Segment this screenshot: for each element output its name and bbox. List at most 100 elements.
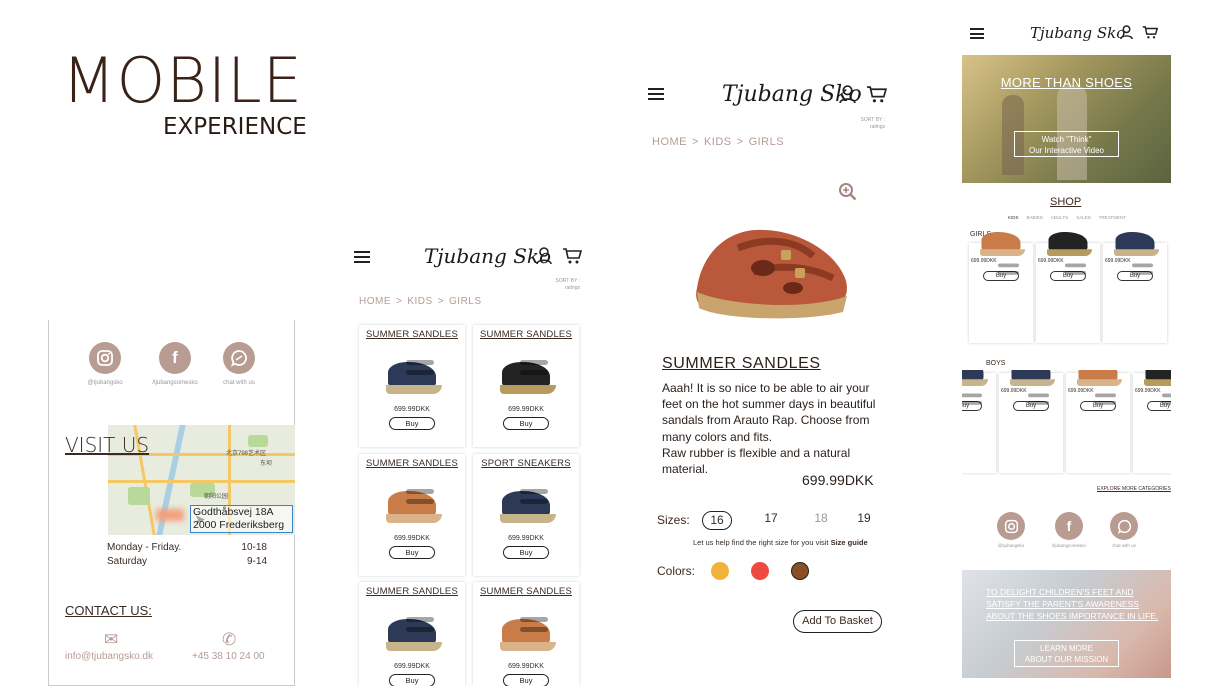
product-card[interactable]: SANDLES699.99DKKBuy — [1036, 232, 1100, 343]
page-title: MOBILE — [62, 44, 303, 117]
buy-button[interactable]: Buy — [503, 674, 549, 686]
category-treatment[interactable]: TREATMENT — [1099, 215, 1126, 220]
facebook-link[interactable]: f /tjubangsomesko — [140, 342, 210, 386]
color-swatch-red[interactable] — [751, 562, 769, 580]
product-description: Aaah! It is so nice to be able to air yo… — [662, 381, 876, 477]
menu-icon[interactable] — [648, 88, 664, 100]
product-price: 699.99DKK — [394, 406, 430, 413]
product-card[interactable]: SNEAKERS699.99DKKBuy — [1103, 232, 1167, 343]
product-card[interactable]: SUMMER SANDLES 699.99DKK Buy — [359, 325, 465, 447]
category-adults[interactable]: ADULTS — [1051, 215, 1068, 220]
chat-label: chat with us — [223, 380, 255, 386]
brand-logo[interactable]: Tjubang Sko — [1030, 24, 1125, 42]
size-guide-link[interactable]: Size guide — [831, 538, 868, 547]
instagram-link[interactable]: @tjubangsko — [70, 342, 140, 386]
product-price: 699.99DKK — [508, 406, 544, 413]
hero-title[interactable]: MORE THAN SHOES — [962, 75, 1171, 90]
size-option-19[interactable]: 19 — [849, 511, 879, 525]
breadcrumb: HOME > KIDS > GIRLS — [359, 296, 482, 307]
zoom-in-icon[interactable] — [838, 182, 858, 207]
chat-link[interactable]: chat with us — [1089, 512, 1159, 548]
product-title: SUMMER SANDLES — [662, 355, 821, 372]
breadcrumb-home[interactable]: HOME — [359, 296, 391, 307]
facebook-icon: f — [1055, 512, 1083, 540]
page-subtitle: EXPERIENCE — [163, 114, 307, 140]
opening-hours: Monday - Friday. 10-18 Saturday 9-14 — [107, 542, 267, 567]
product-image[interactable] — [683, 208, 855, 324]
breadcrumb-girls[interactable]: GIRLS — [449, 296, 482, 307]
buy-button[interactable]: Buy — [503, 417, 549, 430]
hours-time: 9-14 — [246, 556, 267, 567]
color-swatch-brown[interactable] — [791, 562, 809, 580]
product-card[interactable]: SANDLES699.99DKKBuy — [1066, 370, 1130, 473]
sort-by[interactable]: SORT BY : ratings — [845, 117, 885, 131]
product-card[interactable]: SUMMER SANDLES 699.99DKK Buy — [473, 582, 579, 686]
user-icon[interactable] — [536, 247, 552, 270]
mission-text: TO DELIGHT CHILDREN'S FEET AND SATISFY T… — [986, 586, 1176, 622]
explore-more-link[interactable]: EXPLORE MORE CATEGORIES — [1097, 486, 1171, 492]
chat-link[interactable]: chat with us — [204, 342, 274, 386]
shoe-image — [382, 350, 442, 394]
category-kids[interactable]: KIDS — [1008, 215, 1019, 220]
size-option-18[interactable]: 18 — [806, 511, 836, 525]
menu-icon[interactable] — [354, 251, 370, 263]
size-option-17[interactable]: 17 — [756, 511, 786, 525]
breadcrumb-kids[interactable]: KIDS — [407, 296, 432, 307]
product-card[interactable]: SUMMER SANDLES 699.99DKK Buy — [359, 582, 465, 686]
shop-categories: KIDS BABIES ADULTS SALES TREATMENT — [1008, 215, 1126, 220]
product-card[interactable]: SUMMER SANDLES 699.99DKK Buy — [359, 454, 465, 576]
shoe-image — [496, 607, 556, 651]
brand-logo[interactable]: Tjubang Sko — [424, 244, 551, 268]
category-sales[interactable]: SALES — [1076, 215, 1091, 220]
menu-icon[interactable] — [970, 28, 984, 39]
sort-by[interactable]: SORT BY : ratings — [540, 278, 580, 292]
boys-carousel: NDLESKKBuySNEAKERS699.99DKKBuySANDLES699… — [962, 370, 1171, 476]
learn-more-button[interactable]: LEARN MORE ABOUT OUR MISSION — [1014, 640, 1119, 667]
product-card[interactable]: SPORT SNEAKERS 699.99DKK Buy — [473, 454, 579, 576]
breadcrumb-girls[interactable]: GIRLS — [749, 136, 785, 148]
product-price: 699.99DKK — [394, 663, 430, 670]
size-option-16[interactable]: 16 — [702, 511, 732, 530]
product-card[interactable]: SUMMER SANDLES 699.99DKK Buy — [473, 325, 579, 447]
watch-video-line: Watch "Think" — [1041, 135, 1092, 144]
watch-video-button[interactable]: Watch "Think" Our Interactive Video — [1014, 131, 1119, 157]
cart-icon[interactable] — [1142, 25, 1159, 45]
product-card[interactable]: SNEAKERS699.99DKKBuy — [999, 370, 1063, 473]
shoe-image — [382, 479, 442, 523]
address-line: 2000 Frederiksberg — [193, 519, 285, 531]
cart-icon[interactable] — [562, 247, 583, 270]
contact-screen: @tjubangsko f /tjubangsomesko chat with … — [48, 320, 295, 686]
address-line: Godthåbsvej 18A — [193, 506, 274, 518]
email-link[interactable]: info@tjubangsko.dk — [65, 651, 153, 662]
buy-button[interactable]: Buy — [503, 546, 549, 559]
learn-more-line: ABOUT OUR MISSION — [1024, 655, 1109, 664]
mail-icon: ✉ — [104, 630, 119, 649]
breadcrumb-kids[interactable]: KIDS — [704, 136, 732, 148]
breadcrumb-home[interactable]: HOME — [652, 136, 687, 148]
mission-line: SATISFY THE PARENT'S AWARENESS — [986, 599, 1139, 609]
map-label: 朝阳公园 — [204, 494, 229, 500]
product-price: 699.99DKK — [508, 663, 544, 670]
sort-value: ratings — [564, 285, 580, 291]
sort-value: ratings — [869, 124, 885, 130]
color-swatch-yellow[interactable] — [711, 562, 729, 580]
chat-icon — [1110, 512, 1138, 540]
category-babies[interactable]: BABIES — [1027, 215, 1043, 220]
instagram-icon — [997, 512, 1025, 540]
product-name: SUMMER SANDLES — [365, 458, 458, 469]
cart-icon[interactable] — [866, 85, 888, 109]
user-icon[interactable] — [839, 85, 856, 109]
product-card[interactable]: SANI699.99DKKBuy — [1133, 370, 1171, 473]
phone-link[interactable]: +45 38 10 24 00 — [192, 651, 265, 662]
buy-button[interactable]: Buy — [389, 417, 435, 430]
product-card[interactable]: SANDLES699.99DKKBuy — [969, 232, 1033, 343]
product-name: SPORT SNEAKERS — [481, 458, 571, 469]
add-to-basket-button[interactable]: Add To Basket — [793, 610, 882, 633]
product-price: 699.99DKK — [802, 472, 874, 488]
buy-button[interactable]: Buy — [389, 546, 435, 559]
buy-button[interactable]: Buy — [389, 674, 435, 686]
shoe-image — [496, 479, 556, 523]
user-icon[interactable] — [1120, 25, 1133, 45]
map-label: 北京798艺术区 — [226, 451, 267, 457]
product-card[interactable]: NDLESKKBuy — [962, 370, 996, 473]
